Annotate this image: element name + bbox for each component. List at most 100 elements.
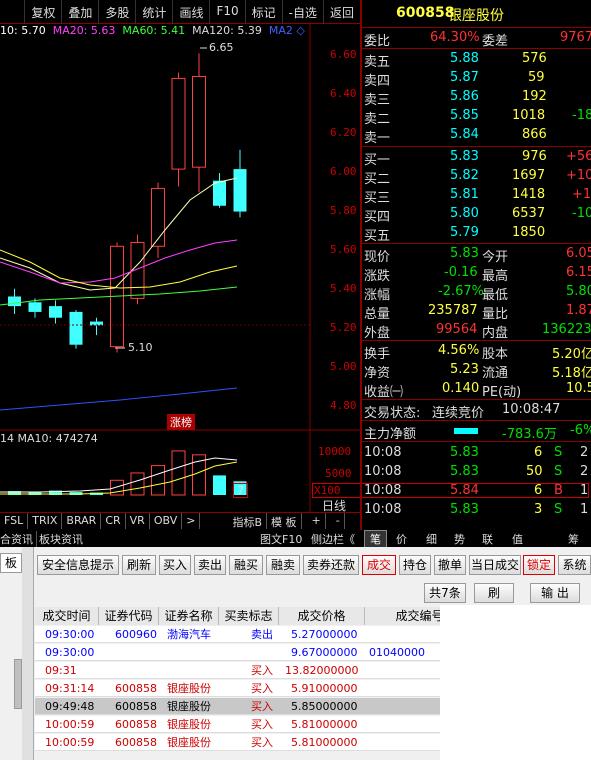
col-name[interactable]: 证券名称 [159, 607, 219, 625]
margin-buy-button[interactable]: 融买 [229, 555, 263, 575]
candle-body [69, 311, 83, 345]
price-tick: 5.40 [330, 282, 357, 295]
tab-sidebar[interactable]: 侧边栏《 [311, 531, 355, 547]
volume-bar [171, 450, 186, 496]
tick-side: S [554, 445, 563, 460]
stock-code: 600858 [396, 5, 455, 21]
info-tab-bar: 合资讯 板块资讯 图文F10 侧边栏《 笔 价 细 势 联 值 筹 [0, 530, 591, 548]
tab-bi[interactable]: 笔 [364, 530, 387, 548]
tab-jia[interactable]: 价 [396, 531, 407, 547]
bid-label: 买五 [364, 229, 391, 244]
price-tick: 6.60 [330, 48, 357, 61]
price-tick: 5.60 [330, 243, 357, 256]
zoom-out-button[interactable]: - [332, 513, 345, 529]
cancel-order-button[interactable]: 撤单 [434, 555, 466, 575]
ask-volume: 1018 [512, 108, 546, 123]
bid-price[interactable]: 5.81 [450, 187, 479, 202]
tick-price: 5.83 [450, 502, 479, 517]
lock-button[interactable]: 锁定 [523, 555, 555, 575]
today-deals-button[interactable]: 当日成交 [469, 555, 521, 575]
ask-price[interactable]: 5.84 [450, 127, 479, 142]
tab-fsl[interactable]: FSL [0, 513, 29, 529]
quote-label: 外盘 [364, 326, 391, 341]
zhangbang-badge[interactable]: 涨榜 [167, 414, 195, 430]
ask-price[interactable]: 5.87 [450, 70, 479, 85]
candle-body [192, 75, 206, 168]
tick-volume: 6 [534, 445, 543, 460]
col-code[interactable]: 证券代码 [99, 607, 159, 625]
scroll-handle[interactable] [14, 659, 22, 709]
tick-price: 5.83 [450, 445, 479, 460]
volume-bars [8, 450, 247, 496]
positions-button[interactable]: 持仓 [399, 555, 431, 575]
tab-indicator-b[interactable]: 指标B [228, 513, 267, 529]
tab-vr[interactable]: VR [126, 513, 150, 529]
left-tab[interactable]: 板 [0, 553, 22, 573]
quote-label: 现价 [364, 250, 391, 265]
security-info-button[interactable]: 安全信息提示 [37, 555, 119, 575]
quote-label: 涨幅 [364, 288, 391, 303]
tab-sector-news[interactable]: 板块资讯 [36, 531, 83, 547]
tab-more[interactable]: > [182, 513, 201, 529]
tab-obv[interactable]: OBV [150, 513, 183, 529]
col-price[interactable]: 成交价格 [279, 607, 365, 625]
refresh-button[interactable]: 刷新 [122, 555, 156, 575]
bid-price[interactable]: 5.79 [450, 225, 479, 240]
margin-sell-button[interactable]: 融卖 [266, 555, 300, 575]
ask-volume: 866 [522, 127, 547, 142]
trading-window: 板 安全信息提示 刷新 买入 卖出 融买 融卖 卖券还款 成交 持仓 撤单 当日… [0, 547, 591, 760]
bid-change: +564 [566, 149, 591, 164]
tab-news[interactable]: 合资讯 [0, 531, 33, 547]
tab-chou[interactable]: 筹 [568, 531, 579, 547]
tick-side: S [554, 464, 563, 479]
refresh-list-button[interactable]: 刷 [474, 583, 514, 603]
ask-price[interactable]: 5.88 [450, 51, 479, 66]
bid-price[interactable]: 5.83 [450, 149, 479, 164]
ask-volume: 576 [522, 51, 547, 66]
tab-brar[interactable]: BRAR [62, 513, 102, 529]
zoom-in-button[interactable]: + [308, 513, 326, 529]
ask-price[interactable]: 5.86 [450, 89, 479, 104]
quote-value: 136223 [542, 322, 591, 337]
system-button[interactable]: 系统 [558, 555, 591, 575]
deals-tab-button[interactable]: 成交 [362, 555, 396, 575]
bid-price[interactable]: 5.82 [450, 168, 479, 183]
quote-label: 总量 [364, 307, 391, 322]
redacted-area [440, 605, 591, 760]
low-annotation: 5.10 [128, 341, 153, 354]
bid-volume: 1697 [512, 168, 546, 183]
fund-value: 0.140 [442, 381, 480, 396]
tab-cr[interactable]: CR [101, 513, 126, 529]
quote-label: 最高 [482, 269, 509, 284]
tab-zhi[interactable]: 值 [512, 531, 523, 547]
tab-shi[interactable]: 势 [454, 531, 465, 547]
tab-trix[interactable]: TRIX [28, 513, 63, 529]
weicha-value: 9767 [560, 30, 591, 45]
col-time[interactable]: 成交时间 [35, 607, 99, 625]
fund-label: 收益㈠ [364, 385, 404, 400]
price-tick: 5.20 [330, 321, 357, 334]
candle-body [213, 180, 226, 206]
candle-body [8, 296, 21, 307]
repay-button[interactable]: 卖券还款 [303, 555, 359, 575]
sell-button[interactable]: 卖出 [194, 555, 226, 575]
tick-count: 1 [580, 502, 589, 517]
export-button[interactable]: 输 出 [530, 583, 580, 603]
bid-price[interactable]: 5.80 [450, 206, 479, 221]
ma2-line [0, 387, 238, 411]
tab-lian[interactable]: 联 [482, 531, 493, 547]
buy-button[interactable]: 买入 [159, 555, 191, 575]
bid-change: +10 [572, 187, 591, 202]
tab-xi[interactable]: 细 [426, 531, 437, 547]
tab-template[interactable]: 模 板 [267, 513, 302, 529]
price-tick: 6.40 [330, 87, 357, 100]
left-splitter[interactable] [22, 547, 34, 760]
date-label: 7 [233, 483, 248, 498]
candle-body [28, 302, 42, 312]
bid-volume: 6537 [512, 206, 546, 221]
tab-f10[interactable]: 图文F10 [260, 531, 302, 547]
ask-price[interactable]: 5.85 [450, 108, 479, 123]
col-side[interactable]: 买卖标志 [219, 607, 279, 625]
candle-body [49, 306, 62, 318]
bid-label: 买一 [364, 153, 391, 168]
